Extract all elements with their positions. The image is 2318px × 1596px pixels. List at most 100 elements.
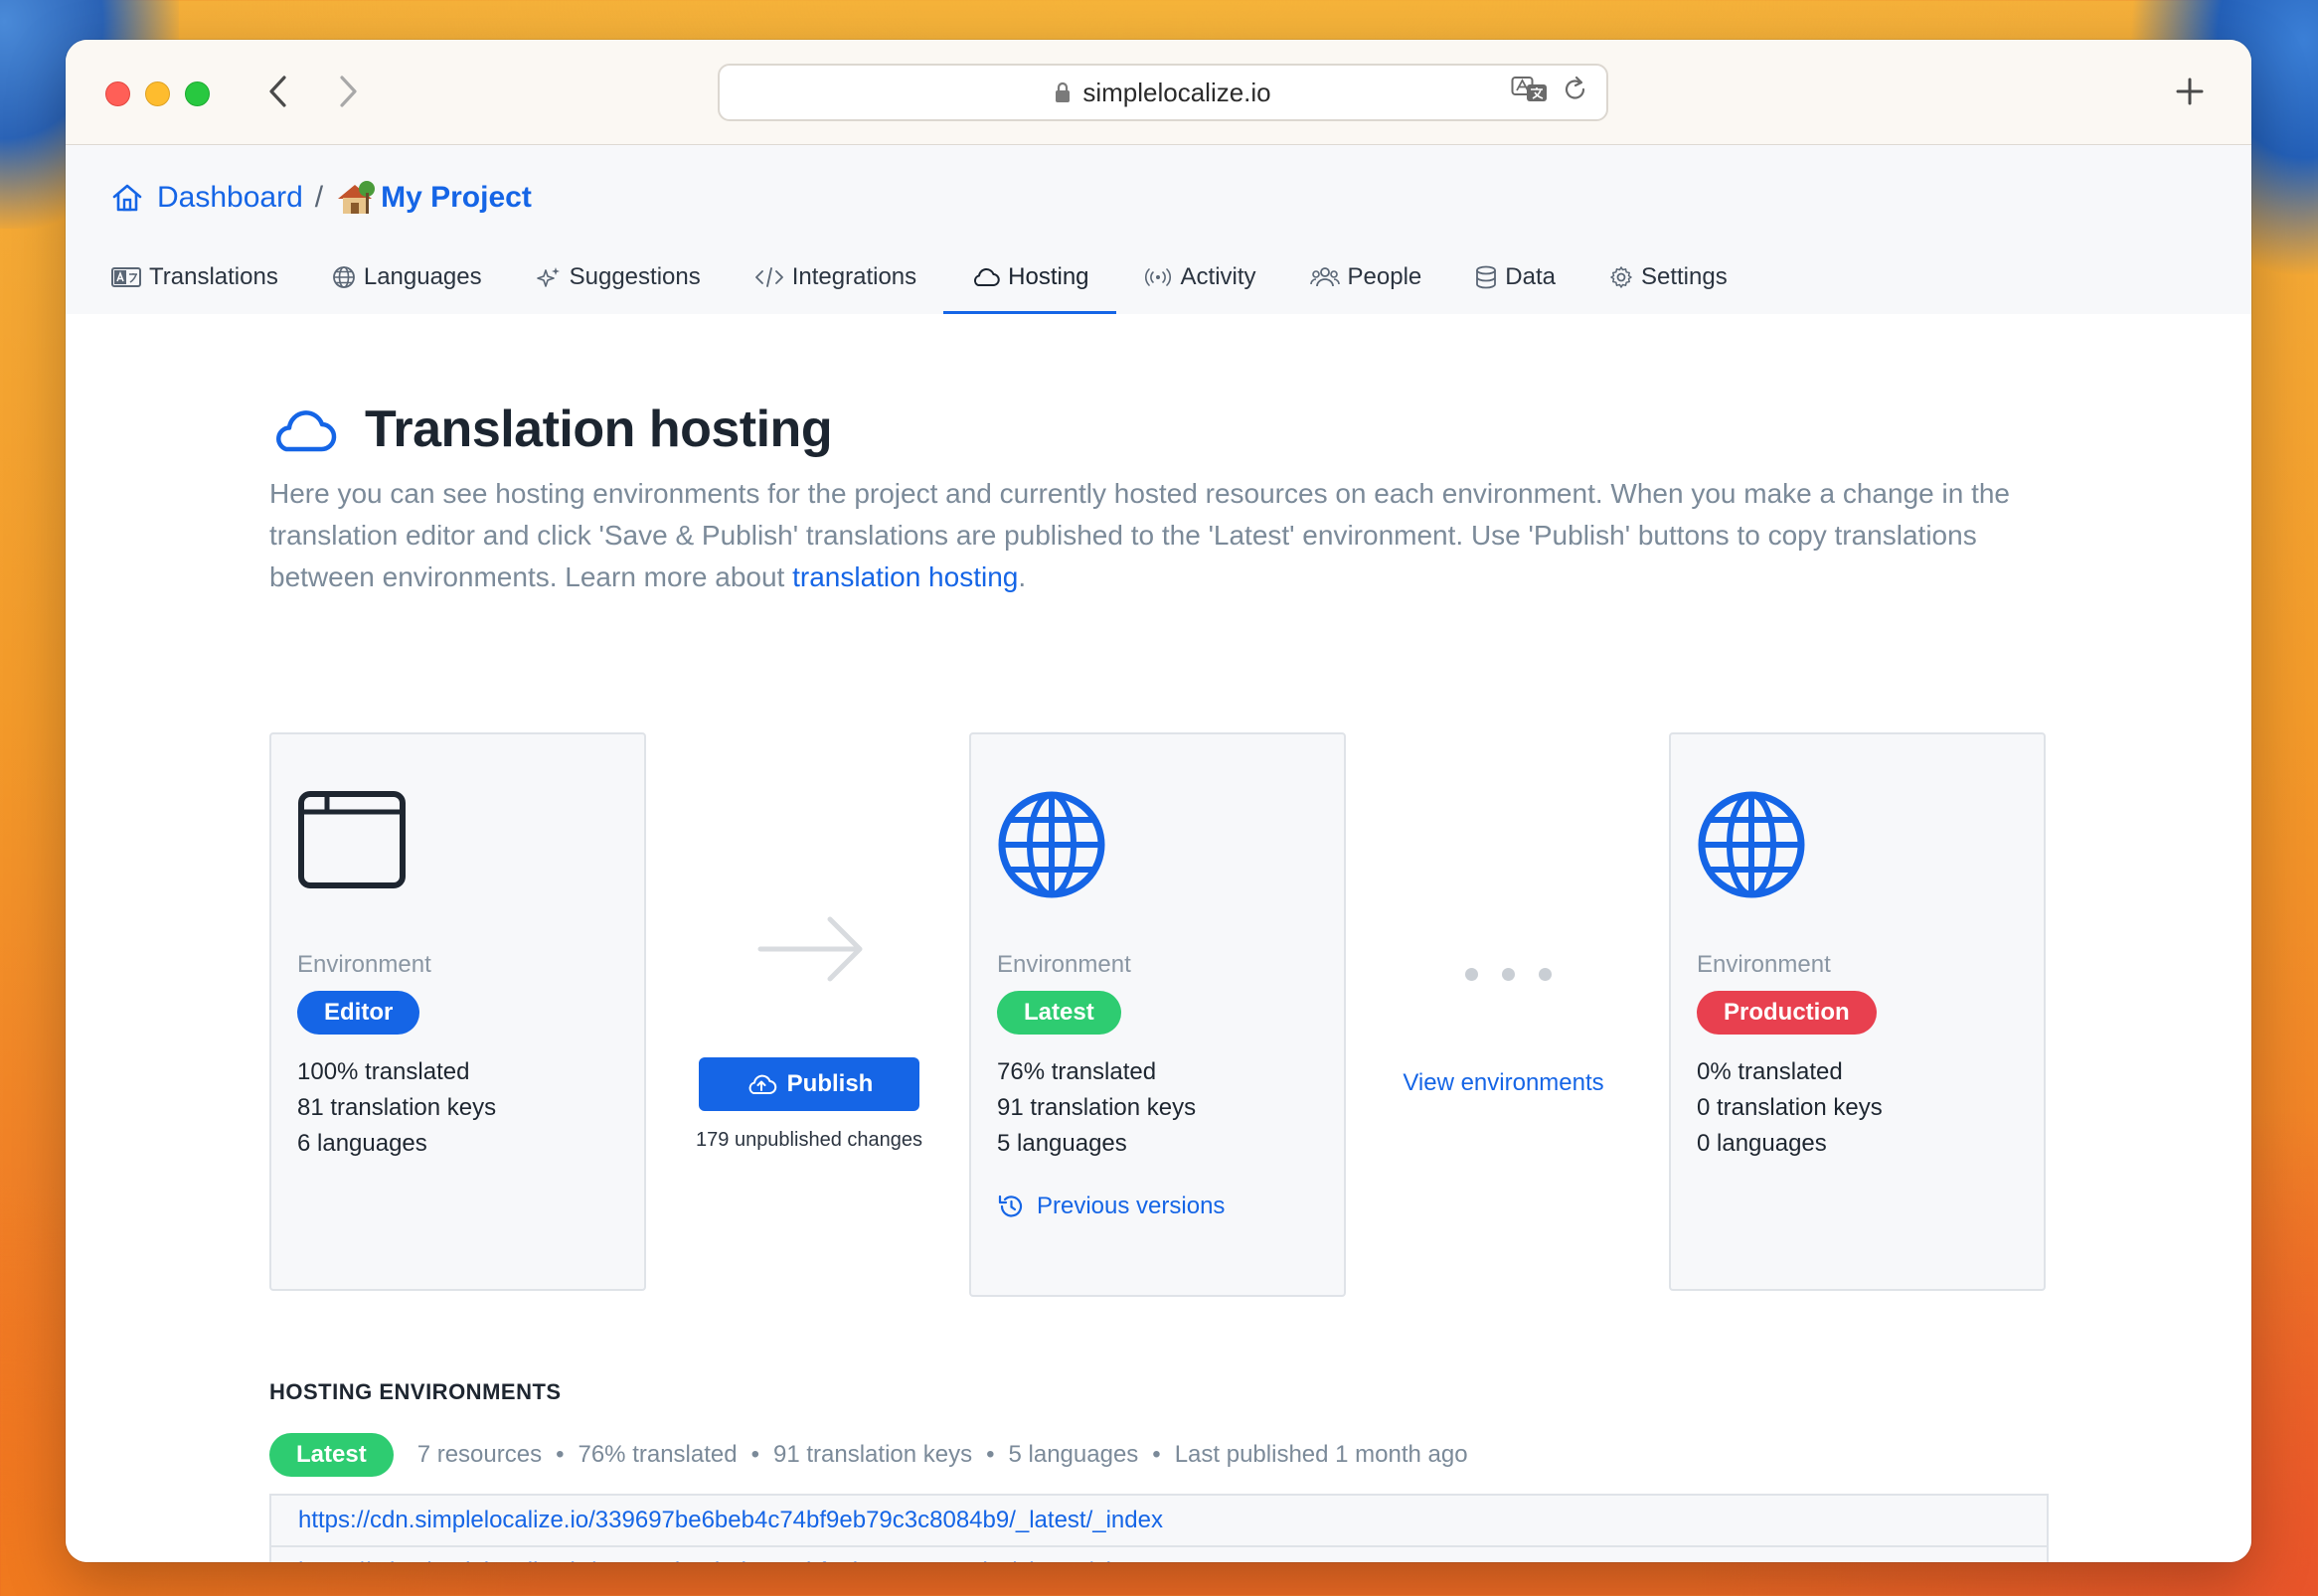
- zoom-window-button[interactable]: [185, 81, 210, 106]
- database-icon: [1476, 265, 1497, 289]
- reload-icon[interactable]: [1563, 76, 1588, 110]
- cloud-upload-icon: [748, 1074, 776, 1094]
- tab-settings[interactable]: Settings: [1609, 240, 1754, 314]
- globe-icon: [332, 266, 355, 288]
- hosting-environments-heading: HOSTING ENVIRONMENTS: [269, 1379, 562, 1404]
- people-icon: [1309, 267, 1340, 287]
- languages-count: 6 languages: [297, 1130, 427, 1157]
- previous-versions-label: Previous versions: [1037, 1193, 1226, 1219]
- environment-badge-production: Production: [1697, 991, 1877, 1035]
- address-url: simplelocalize.io: [1082, 77, 1271, 107]
- languages-count: 5 languages: [997, 1130, 1127, 1157]
- tab-hosting[interactable]: Hosting: [943, 240, 1116, 314]
- minimize-window-button[interactable]: [145, 81, 170, 106]
- gear-icon: [1610, 266, 1632, 288]
- close-window-button[interactable]: [105, 81, 130, 106]
- page-description: Here you can see hosting environments fo…: [269, 473, 2078, 598]
- back-arrow-icon[interactable]: [256, 70, 300, 113]
- bullet-separator: •: [986, 1441, 995, 1468]
- resource-url-link[interactable]: https://cdn.simplelocalize.io/339697be6b…: [271, 1547, 2047, 1562]
- tab-label: Languages: [363, 263, 482, 290]
- project-tabs: Translations Languages Suggestions Integ…: [111, 240, 1781, 314]
- globe-icon: [997, 790, 1106, 904]
- translated-percent: 100% translated: [297, 1058, 470, 1085]
- forward-arrow-icon[interactable]: [326, 70, 370, 113]
- browser-window: simplelocalize.io Dashboard / My Project…: [66, 40, 2251, 1562]
- arrow-right-icon: [757, 916, 863, 982]
- last-published: Last published 1 month ago: [1174, 1441, 1468, 1468]
- view-environments-link[interactable]: View environments: [1398, 1069, 1609, 1097]
- breadcrumb-dashboard-link[interactable]: Dashboard: [157, 181, 303, 215]
- cloud-icon: [276, 410, 337, 452]
- translation-keys-count: 91 translation keys: [997, 1094, 1197, 1121]
- home-icon: [111, 183, 143, 213]
- resource-url-link[interactable]: https://cdn.simplelocalize.io/339697be6b…: [271, 1496, 2047, 1547]
- environment-badge-latest: Latest: [269, 1433, 394, 1477]
- address-bar[interactable]: simplelocalize.io: [718, 64, 1608, 121]
- tab-data[interactable]: Data: [1475, 240, 1582, 314]
- publish-button[interactable]: Publish: [699, 1057, 919, 1111]
- environment-label: Environment: [997, 951, 1131, 978]
- tab-translations[interactable]: Translations: [111, 240, 305, 314]
- tab-people[interactable]: People: [1309, 240, 1449, 314]
- broadcast-icon: [1144, 268, 1171, 286]
- tab-languages[interactable]: Languages: [332, 240, 509, 314]
- environment-card-editor: Environment Editor 100% translated 81 tr…: [269, 732, 646, 1291]
- translate-icon: [111, 267, 141, 287]
- code-icon: [754, 267, 783, 287]
- tab-label: People: [1347, 263, 1422, 290]
- lock-icon: [1055, 81, 1071, 103]
- project-emoji-icon: [335, 179, 376, 217]
- environment-label: Environment: [297, 951, 431, 978]
- environment-stats: 76% translated 91 translation keys 5 lan…: [997, 1054, 1196, 1162]
- translation-keys-count: 0 translation keys: [1697, 1094, 1883, 1121]
- tab-label: Data: [1505, 263, 1556, 290]
- translation-hosting-link[interactable]: translation hosting: [792, 561, 1018, 592]
- resource-url-list: https://cdn.simplelocalize.io/339697be6b…: [269, 1494, 2049, 1562]
- description-end: .: [1018, 561, 1027, 592]
- tab-activity[interactable]: Activity: [1143, 240, 1283, 314]
- tab-label: Suggestions: [569, 263, 701, 290]
- bullet-separator: •: [1152, 1441, 1161, 1468]
- translate-page-icon[interactable]: [1511, 76, 1549, 110]
- tab-label: Integrations: [791, 263, 917, 290]
- tab-label: Translations: [149, 263, 278, 290]
- translation-keys-count: 81 translation keys: [297, 1094, 497, 1121]
- previous-versions-link[interactable]: Previous versions: [997, 1193, 1225, 1220]
- translated-percent: 76% translated: [578, 1441, 738, 1468]
- languages-count: 0 languages: [1697, 1130, 1827, 1157]
- hosting-page: Translation hosting Here you can see hos…: [66, 314, 2251, 1562]
- environment-badge-latest: Latest: [997, 991, 1121, 1035]
- browser-titlebar: simplelocalize.io: [66, 40, 2251, 145]
- translated-percent: 0% translated: [1697, 1058, 1843, 1085]
- bullet-separator: •: [556, 1441, 565, 1468]
- page-heading: Translation hosting: [365, 400, 833, 458]
- environment-stats: 100% translated 81 translation keys 6 la…: [297, 1054, 496, 1162]
- translation-keys-count: 91 translation keys: [773, 1441, 973, 1468]
- environment-card-production: Environment Production 0% translated 0 t…: [1669, 732, 2046, 1291]
- unpublished-changes: 179 unpublished changes: [696, 1129, 922, 1151]
- languages-count: 5 languages: [1008, 1441, 1139, 1468]
- tab-suggestions[interactable]: Suggestions: [536, 240, 728, 314]
- history-icon: [998, 1195, 1023, 1217]
- new-tab-icon[interactable]: [2168, 70, 2212, 113]
- environment-label: Environment: [1697, 951, 1831, 978]
- browser-window-icon: [297, 790, 407, 894]
- tab-integrations[interactable]: Integrations: [754, 240, 943, 314]
- environment-card-latest: Environment Latest 76% translated 91 tra…: [969, 732, 1346, 1297]
- more-environments-dots: [1465, 968, 1552, 981]
- tab-label: Settings: [1640, 263, 1728, 290]
- resources-count: 7 resources: [416, 1441, 543, 1468]
- environment-stats: 0% translated 0 translation keys 0 langu…: [1697, 1054, 1883, 1162]
- tab-label: Hosting: [1008, 263, 1089, 290]
- hosting-environment-summary: Latest 7 resources • 76% translated • 91…: [269, 1433, 1468, 1477]
- breadcrumb-project-link[interactable]: My Project: [381, 181, 532, 215]
- translated-percent: 76% translated: [997, 1058, 1157, 1085]
- globe-icon: [1697, 790, 1806, 904]
- sparkles-icon: [536, 267, 560, 287]
- breadcrumb: Dashboard / My Project: [111, 179, 532, 217]
- breadcrumb-separator: /: [314, 181, 324, 214]
- description-text: Here you can see hosting environments fo…: [269, 478, 2010, 592]
- publish-label: Publish: [786, 1070, 874, 1097]
- tab-label: Activity: [1180, 263, 1256, 290]
